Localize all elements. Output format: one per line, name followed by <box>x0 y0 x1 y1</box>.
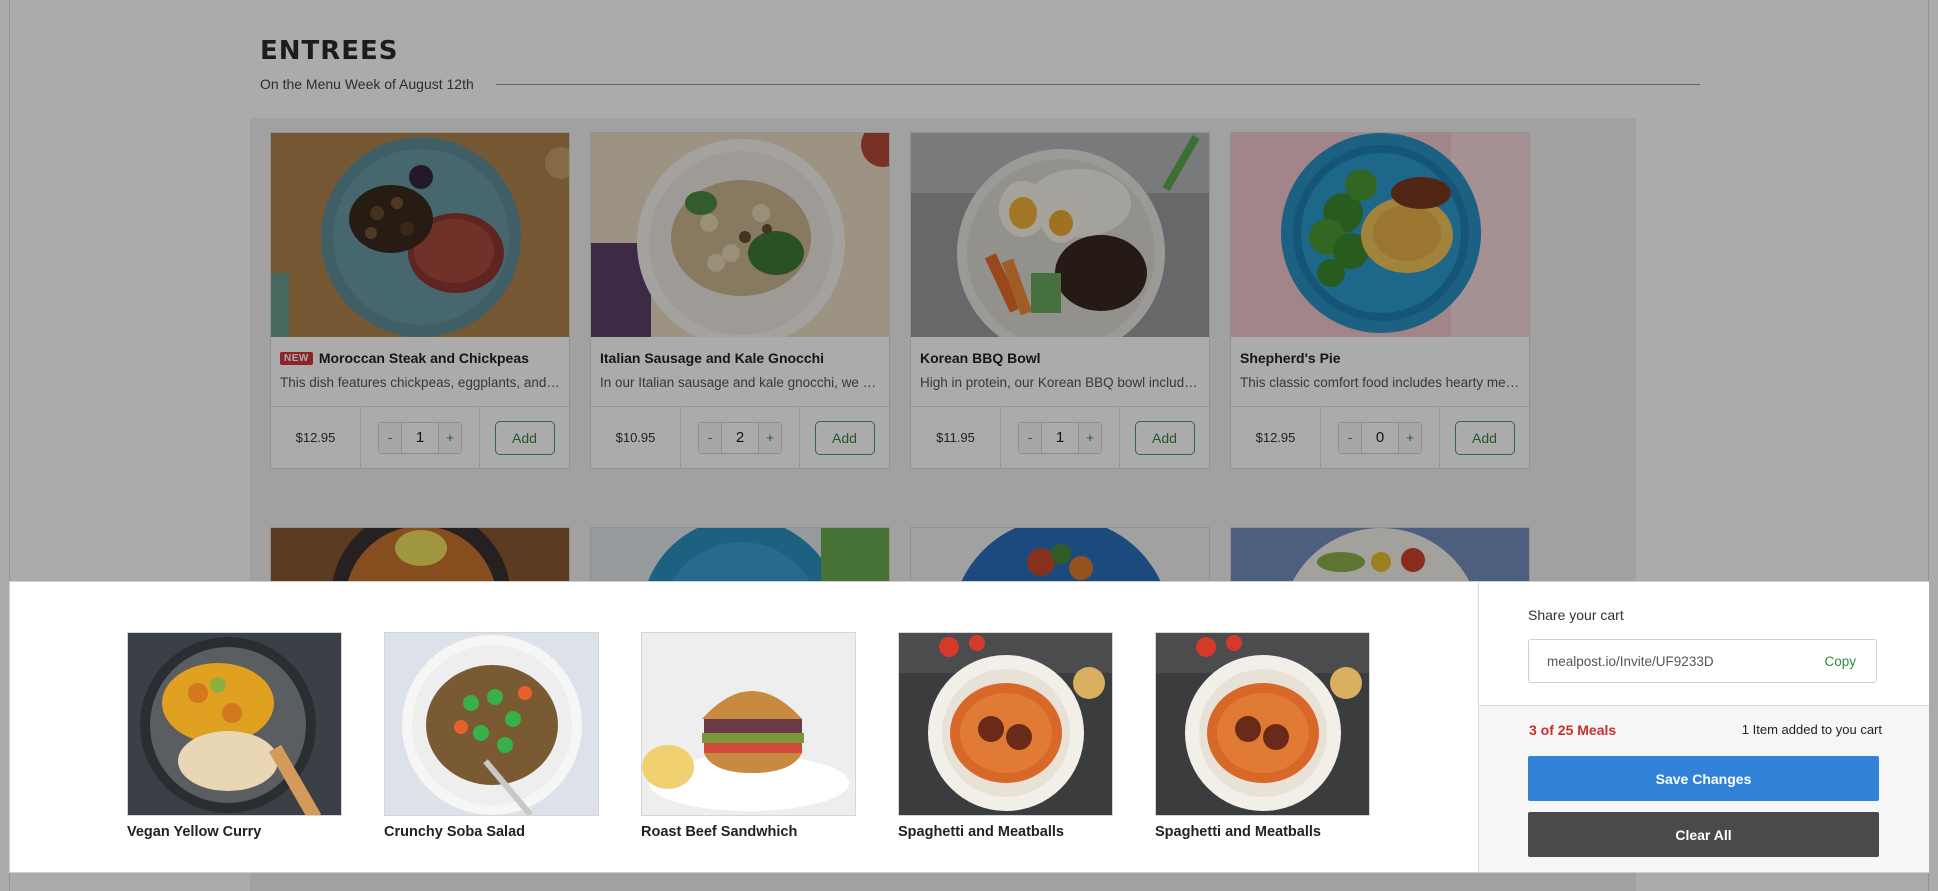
cart-actions: 3 of 25 Meals 1 Item added to you cart S… <box>1479 706 1929 872</box>
page: ENTREES On the Menu Week of August 12th <box>0 0 1938 891</box>
cart-item[interactable]: Spaghetti and Meatballs <box>898 632 1113 840</box>
cart-item[interactable]: Crunchy Soba Salad <box>384 632 599 840</box>
cart-item-name: Spaghetti and Meatballs <box>898 824 1064 840</box>
share-url[interactable]: mealpost.io/Invite/UF9233D <box>1529 654 1824 669</box>
cart-item-name: Crunchy Soba Salad <box>384 824 526 840</box>
cart-item-image[interactable] <box>898 632 1113 816</box>
cart-item-image[interactable] <box>641 632 856 816</box>
cart-item-name: Spaghetti and Meatballs <box>1155 824 1321 840</box>
cart-item-image[interactable] <box>127 632 342 816</box>
save-changes-button[interactable]: Save Changes <box>1528 756 1879 801</box>
cart-summary: Share your cart mealpost.io/Invite/UF923… <box>1478 582 1929 872</box>
share-label: Share your cart <box>1528 607 1624 623</box>
copy-button[interactable]: Copy <box>1824 654 1876 669</box>
cart-drawer: Vegan Yellow Curry Crunchy Soba Salad Ro… <box>9 581 1929 873</box>
meals-count: 3 of 25 Meals <box>1529 722 1617 738</box>
clear-all-button[interactable]: Clear All <box>1528 812 1879 857</box>
cart-item-image[interactable] <box>1155 632 1370 816</box>
cart-item-name: Roast Beef Sandwhich <box>641 824 798 840</box>
added-note: 1 Item added to you cart <box>1741 722 1882 737</box>
cart-item[interactable]: Roast Beef Sandwhich <box>641 632 856 840</box>
cart-item[interactable]: Spaghetti and Meatballs <box>1155 632 1370 840</box>
share-panel: Share your cart mealpost.io/Invite/UF923… <box>1479 582 1929 706</box>
cart-item-name: Vegan Yellow Curry <box>127 824 262 840</box>
share-link-field[interactable]: mealpost.io/Invite/UF9233D Copy <box>1528 639 1877 683</box>
cart-item[interactable]: Vegan Yellow Curry <box>127 632 342 840</box>
cart-items: Vegan Yellow Curry Crunchy Soba Salad Ro… <box>10 582 1478 872</box>
cart-item-image[interactable] <box>384 632 599 816</box>
